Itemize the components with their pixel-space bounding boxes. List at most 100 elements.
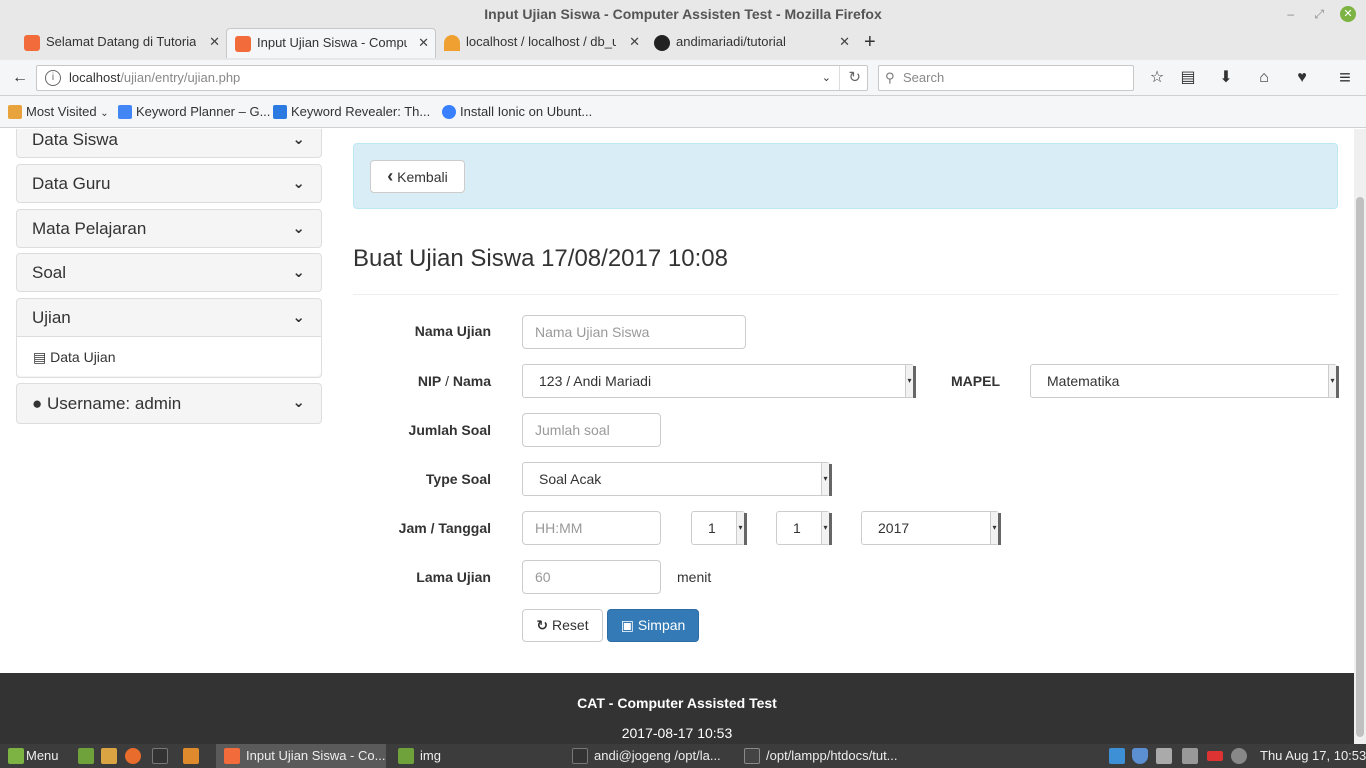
nama-ujian-input[interactable]: Nama Ujian Siswa xyxy=(522,315,746,349)
sidebar-subitem-data-ujian[interactable]: ▤ Data Ujian xyxy=(17,336,321,376)
minimize-icon[interactable]: – xyxy=(1287,0,1294,28)
close-tab-icon[interactable]: ✕ xyxy=(839,28,850,56)
nip-nama-label: NIP / Nama xyxy=(351,373,491,389)
close-tab-icon[interactable]: ✕ xyxy=(209,28,220,56)
simpan-button[interactable]: ▣ Simpan xyxy=(607,609,699,642)
reload-icon[interactable]: ↻ xyxy=(839,66,861,90)
hamburger-menu-icon[interactable]: ≡ xyxy=(1333,66,1357,90)
type-soal-label: Type Soal xyxy=(425,471,491,487)
phpmyadmin-icon xyxy=(444,35,460,51)
jam-input[interactable]: HH:MM xyxy=(522,511,661,545)
chevron-down-icon: ⌄ xyxy=(292,220,305,237)
type-soal-select[interactable]: Soal Acak ▾ xyxy=(522,462,832,496)
search-input[interactable]: ⚲ Search xyxy=(878,65,1134,91)
new-tab-button[interactable]: + xyxy=(864,30,876,54)
battery-icon[interactable] xyxy=(1207,751,1223,761)
chevron-down-icon: ⌄ xyxy=(100,108,109,119)
home-icon[interactable]: ⌂ xyxy=(1252,66,1276,90)
sidebar-subitem-label: Data Ujian xyxy=(50,349,116,365)
volume-icon[interactable] xyxy=(1182,748,1198,764)
sidebar-item-mata-pelajaran[interactable]: Mata Pelajaran ⌄ xyxy=(16,209,322,248)
shield-icon[interactable] xyxy=(1132,748,1148,764)
sidebar-item-data-guru[interactable]: Data Guru ⌄ xyxy=(16,164,322,203)
page-scrollbar[interactable] xyxy=(1354,129,1366,744)
task-firefox[interactable]: Input Ujian Siswa - Co... xyxy=(216,744,386,768)
task-terminal[interactable]: andi@jogeng /opt/la... xyxy=(566,744,736,768)
task-label: img xyxy=(420,748,441,763)
sidebar-item-ujian[interactable]: Ujian ⌄ ▤ Data Ujian xyxy=(16,298,322,378)
chevron-down-icon[interactable]: ⌄ xyxy=(822,66,831,90)
mint-logo-icon xyxy=(8,748,24,764)
tab-phpmyadmin[interactable]: localhost / localhost / db_uji ✕ xyxy=(436,28,646,58)
page-content: Data Siswa ⌄ Data Guru ⌄ Mata Pelajaran … xyxy=(0,129,1366,744)
info-icon[interactable]: i xyxy=(45,70,61,86)
ionic-icon xyxy=(442,105,456,119)
dropbox-icon[interactable] xyxy=(1109,748,1125,764)
close-window-icon[interactable]: ✕ xyxy=(1340,6,1356,22)
sublime-icon[interactable] xyxy=(183,748,199,764)
close-tab-icon[interactable]: ✕ xyxy=(418,29,429,57)
kembali-button[interactable]: ‹ Kembali xyxy=(370,160,465,193)
folder-icon xyxy=(398,748,414,764)
bookmark-install-ionic[interactable]: Install Ionic on Ubunt... xyxy=(442,104,592,119)
bookmark-keyword-revealer[interactable]: Keyword Revealer: Th... xyxy=(273,104,430,119)
terminal-icon xyxy=(572,748,588,764)
window-title: Input Ujian Siswa - Computer Assisten Te… xyxy=(0,0,1366,28)
sidebar-item-soal[interactable]: Soal ⌄ xyxy=(16,253,322,292)
tab-github[interactable]: andimariadi/tutorial ✕ xyxy=(646,28,856,58)
url-bar[interactable]: i localhost/ujian/entry/ujian.php ⌄ ↻ xyxy=(36,65,868,91)
maximize-icon[interactable]: ⤢ xyxy=(1314,0,1324,28)
firefox-icon[interactable] xyxy=(125,748,141,764)
footer-datetime: 2017-08-17 10:53 xyxy=(621,725,733,741)
navigation-bar: ← i localhost/ujian/entry/ujian.php ⌄ ↻ … xyxy=(0,60,1366,96)
download-icon[interactable]: ⬇ xyxy=(1214,66,1238,90)
menit-label: menit xyxy=(677,569,712,585)
chevron-left-icon: ‹ xyxy=(387,166,394,186)
gear-icon[interactable] xyxy=(1231,748,1247,764)
clock[interactable]: Thu Aug 17, 10:53 xyxy=(1260,744,1366,768)
task-label: Input Ujian Siswa - Co... xyxy=(246,748,386,763)
show-desktop-icon[interactable] xyxy=(78,748,94,764)
files-icon[interactable] xyxy=(101,748,117,764)
reset-button[interactable]: ↻ Reset xyxy=(522,609,603,642)
select-arrow-icon: ▾ xyxy=(905,365,916,398)
chevron-down-icon: ⌄ xyxy=(292,309,305,326)
lama-ujian-input[interactable]: 60 xyxy=(522,560,661,594)
pocket-icon[interactable]: ♥ xyxy=(1290,66,1314,90)
reading-list-icon[interactable]: ▤ xyxy=(1176,66,1200,90)
sidebar-item-label: Data Guru xyxy=(32,174,111,193)
select-arrow-icon: ▾ xyxy=(821,512,832,545)
bookmark-keyword-planner[interactable]: Keyword Planner – G... xyxy=(118,104,270,119)
year-select[interactable]: 2017 ▾ xyxy=(861,511,1001,545)
bookmark-most-visited[interactable]: Most Visited ⌄ xyxy=(8,104,109,119)
sidebar-item-data-siswa[interactable]: Data Siswa ⌄ xyxy=(16,129,322,158)
day-select[interactable]: 1 ▾ xyxy=(691,511,747,545)
tab-label: localhost / localhost / db_uji xyxy=(466,34,616,49)
network-icon[interactable] xyxy=(1156,748,1172,764)
mapel-select[interactable]: Matematika ▾ xyxy=(1030,364,1339,398)
url-path: /ujian/entry/ujian.php xyxy=(120,70,241,85)
xampp-icon xyxy=(224,748,240,764)
terminal-icon[interactable] xyxy=(152,748,168,764)
month-select[interactable]: 1 ▾ xyxy=(776,511,832,545)
save-icon: ▣ xyxy=(620,617,634,633)
back-arrow-icon[interactable]: ← xyxy=(8,66,32,90)
nama-label: Nama xyxy=(452,373,491,389)
tab-selamat-datang[interactable]: Selamat Datang di Tutorial ✕ xyxy=(16,28,226,58)
tab-input-ujian[interactable]: Input Ujian Siswa - Compute ✕ xyxy=(226,28,436,58)
bookmark-star-icon[interactable]: ☆ xyxy=(1145,66,1169,90)
sidebar-item-label: Mata Pelajaran xyxy=(32,219,147,238)
close-tab-icon[interactable]: ✕ xyxy=(629,28,640,56)
tab-label: andimariadi/tutorial xyxy=(676,34,786,49)
task-editor[interactable]: /opt/lampp/htdocs/tut... xyxy=(740,744,910,768)
sidebar-item-username[interactable]: ● Username: admin ⌄ xyxy=(16,383,322,424)
nip-nama-select[interactable]: 123 / Andi Mariadi ▾ xyxy=(522,364,916,398)
start-menu-button[interactable]: Menu xyxy=(4,744,59,768)
select-arrow-icon: ▾ xyxy=(821,463,832,496)
task-img[interactable]: img xyxy=(392,744,562,768)
jumlah-soal-input[interactable]: Jumlah soal xyxy=(522,413,661,447)
select-arrow-icon: ▾ xyxy=(1328,365,1339,398)
kembali-label: Kembali xyxy=(397,169,448,185)
scrollbar-thumb[interactable] xyxy=(1356,197,1364,737)
simpan-label: Simpan xyxy=(637,617,686,633)
